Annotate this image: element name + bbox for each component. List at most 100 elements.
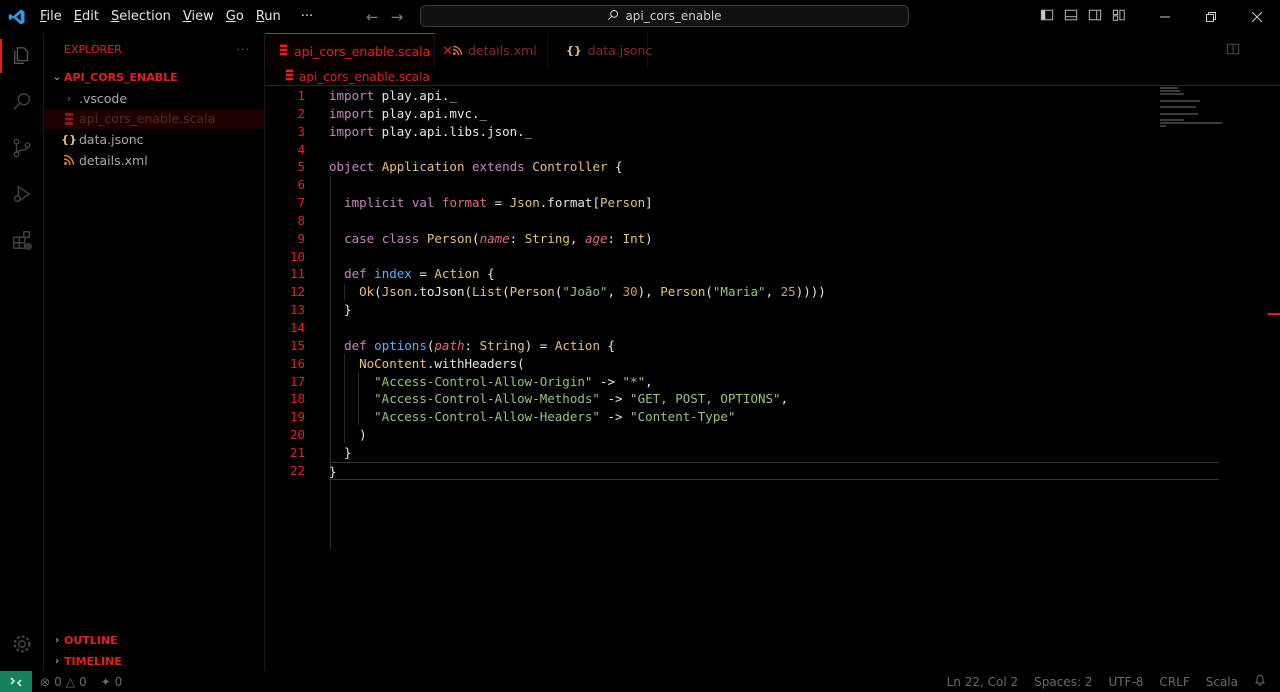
workspace-folder-label: API_CORS_ENABLE bbox=[64, 70, 178, 84]
menu-edit[interactable]: Edit bbox=[68, 0, 105, 33]
code-line: object Application extends Controller { bbox=[329, 159, 623, 175]
vscode-logo-icon bbox=[0, 0, 34, 33]
timeline-section[interactable]: › TIMELINE bbox=[44, 651, 265, 672]
activity-bar bbox=[0, 33, 44, 671]
menu-view[interactable]: View bbox=[177, 0, 220, 33]
line-number: 22 bbox=[289, 462, 305, 478]
code-line: } bbox=[329, 302, 352, 318]
chevron-right-icon: › bbox=[66, 91, 72, 105]
minimize-button[interactable] bbox=[1142, 0, 1188, 33]
code-line: def options(path: String) = Action { bbox=[344, 337, 616, 353]
braces-file-icon: {} bbox=[61, 132, 77, 146]
line-number: 10 bbox=[289, 248, 305, 264]
toggle-secondary-sidebar-icon[interactable] bbox=[1088, 8, 1102, 26]
command-center-search[interactable]: api_cors_enable bbox=[420, 5, 909, 27]
back-arrow-icon[interactable]: ← bbox=[366, 8, 379, 26]
customize-layout-icon[interactable] bbox=[1112, 8, 1126, 26]
line-number: 15 bbox=[289, 337, 305, 353]
close-window-button[interactable] bbox=[1234, 0, 1280, 33]
line-number: 16 bbox=[289, 355, 305, 371]
forward-arrow-icon[interactable]: → bbox=[391, 8, 404, 26]
menu-selection[interactable]: Selection bbox=[105, 0, 177, 33]
language-mode[interactable]: Scala bbox=[1206, 675, 1238, 689]
line-number: 12 bbox=[289, 284, 305, 300]
error-count: 0 bbox=[54, 674, 62, 689]
line-number: 4 bbox=[297, 141, 305, 157]
minimap[interactable] bbox=[1160, 87, 1228, 128]
timeline-label: TIMELINE bbox=[64, 655, 122, 668]
breadcrumb-file[interactable]: api_cors_enable.scala bbox=[299, 70, 430, 84]
toggle-primary-sidebar-icon[interactable] bbox=[1040, 8, 1054, 26]
search-activity-icon[interactable] bbox=[0, 79, 44, 125]
chevron-right-icon: › bbox=[54, 656, 60, 667]
problems-indicator[interactable]: ⊗ 0 △ 0 ✦ 0 bbox=[32, 675, 122, 689]
tree-item-details-xml[interactable]: details.xml bbox=[44, 150, 264, 171]
tab-details-xml[interactable]: details.xml bbox=[435, 33, 548, 68]
manage-gear-icon[interactable] bbox=[0, 621, 44, 667]
tab-label: data.jsonc bbox=[587, 43, 653, 58]
line-number: 3 bbox=[297, 123, 305, 139]
scala-icon bbox=[279, 44, 288, 59]
explorer-icon[interactable] bbox=[0, 33, 44, 79]
warning-count: 0 bbox=[78, 674, 87, 689]
explorer-header: EXPLORER ··· bbox=[44, 33, 264, 66]
code-editor[interactable]: 1 2 3 4 5 6 7 8 9 10 11 12 13 14 15 16 1… bbox=[265, 87, 1280, 671]
code-line: import play.api.mvc._ bbox=[329, 105, 488, 121]
split-editor-icon[interactable] bbox=[1226, 42, 1240, 60]
menu-go[interactable]: Go bbox=[220, 0, 250, 33]
line-number: 18 bbox=[289, 391, 305, 407]
code-line: Ok(Json.toJson(List(Person("João", 30), … bbox=[359, 284, 826, 300]
line-number: 9 bbox=[297, 230, 305, 246]
code-line: case class Person(name: String, age: Int… bbox=[344, 230, 653, 246]
run-debug-icon[interactable] bbox=[0, 171, 44, 217]
workspace-folder[interactable]: ⌄ API_CORS_ENABLE bbox=[44, 66, 264, 88]
restore-button[interactable] bbox=[1188, 0, 1234, 33]
remote-icon bbox=[10, 677, 22, 686]
search-icon bbox=[607, 9, 619, 24]
explorer-more-button[interactable]: ··· bbox=[237, 43, 251, 56]
menu-run[interactable]: Run bbox=[250, 0, 287, 33]
remote-indicator-button[interactable] bbox=[0, 671, 32, 692]
code-line: ) bbox=[329, 427, 367, 443]
tab-label: details.xml bbox=[468, 43, 537, 58]
extensions-icon[interactable] bbox=[0, 217, 44, 263]
editor-tabs: api_cors_enable.scala ✕ details.xml {} d… bbox=[265, 33, 1280, 68]
cursor-position[interactable]: Ln 22, Col 2 bbox=[947, 675, 1019, 689]
notifications-bell-icon[interactable] bbox=[1254, 674, 1266, 689]
error-icon: ⊗ bbox=[40, 674, 51, 689]
tree-item-api-cors-enable-scala[interactable]: api_cors_enable.scala bbox=[44, 108, 264, 130]
tree-item-data-jsonc[interactable]: {} data.jsonc bbox=[44, 129, 264, 150]
code-line: def index = Action { bbox=[344, 266, 495, 282]
toggle-panel-icon[interactable] bbox=[1064, 8, 1078, 26]
line-number: 21 bbox=[289, 444, 305, 460]
line-number: 14 bbox=[289, 319, 305, 335]
source-control-icon[interactable] bbox=[0, 125, 44, 171]
chevron-right-icon: › bbox=[54, 635, 60, 646]
menu-file[interactable]: File bbox=[34, 0, 68, 33]
outline-section[interactable]: › OUTLINE bbox=[44, 630, 265, 651]
explorer-title: EXPLORER bbox=[64, 43, 122, 56]
title-controls bbox=[1040, 0, 1280, 33]
tab-data-jsonc[interactable]: {} data.jsonc bbox=[548, 33, 652, 68]
code-lines: import play.api._ import play.api.mvc._ … bbox=[329, 87, 1219, 480]
tree-item-label: details.xml bbox=[79, 152, 148, 168]
line-number: 6 bbox=[297, 177, 305, 193]
code-line: import play.api.libs.json._ bbox=[329, 123, 533, 139]
end-of-line[interactable]: CRLF bbox=[1159, 675, 1189, 689]
code-line: "Access-Control-Allow-Headers" -> "Conte… bbox=[374, 409, 736, 425]
chevron-down-icon: ⌄ bbox=[52, 71, 62, 83]
rss-icon bbox=[452, 43, 463, 58]
line-number: 7 bbox=[297, 195, 305, 211]
current-code-line: } bbox=[329, 461, 1219, 480]
tab-api-cors-enable-scala[interactable]: api_cors_enable.scala ✕ bbox=[265, 33, 453, 68]
layout-controls bbox=[1040, 8, 1126, 26]
line-number-gutter: 1 2 3 4 5 6 7 8 9 10 11 12 13 14 15 16 1… bbox=[265, 87, 329, 480]
tree-item-vscode[interactable]: › .vscode bbox=[44, 88, 264, 109]
indentation[interactable]: Spaces: 2 bbox=[1034, 675, 1092, 689]
encoding[interactable]: UTF-8 bbox=[1108, 675, 1143, 689]
tab-label: api_cors_enable.scala bbox=[294, 43, 431, 59]
title-bar: File Edit Selection View Go Run ··· ← → … bbox=[0, 0, 1280, 33]
menu-more[interactable]: ··· bbox=[295, 0, 319, 33]
code-line: } bbox=[329, 444, 352, 460]
